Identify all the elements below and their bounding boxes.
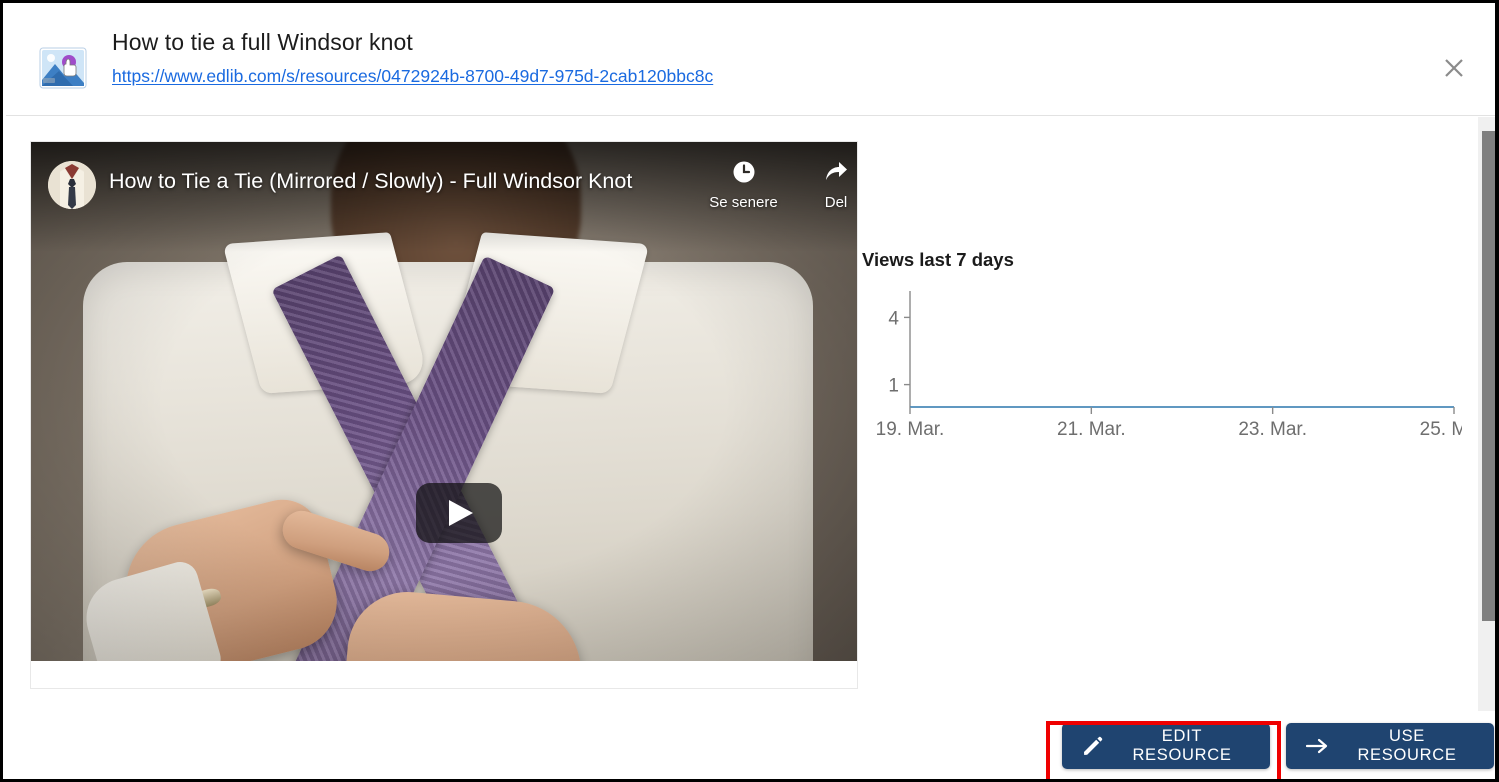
play-overlay-button[interactable] [416,483,502,543]
scrollbar-thumb[interactable] [1482,131,1495,621]
clock-icon [733,161,754,183]
chart-title: Views last 7 days [862,249,1014,270]
dialog-header: How to tie a full Windsor knot https://w… [6,6,1499,116]
resource-preview-dialog: How to tie a full Windsor knot https://w… [0,0,1499,782]
edit-resource-button[interactable]: EDIT RESOURCE [1062,723,1270,769]
svg-text:21. Mar.: 21. Mar. [1057,419,1126,437]
youtube-top-bar: How to Tie a Tie (Mirrored / Slowly) - F… [31,142,857,238]
watch-later-button[interactable]: Se senere [686,159,801,211]
h5p-video-player[interactable]: How to Tie a Tie (Mirrored / Slowly) - F… [31,142,857,688]
content-scrollbar[interactable] [1478,117,1499,711]
edit-resource-label: EDIT RESOURCE [1132,727,1232,764]
share-arrow-icon [826,162,847,180]
share-button[interactable]: Del [806,159,857,211]
share-label: Del [824,194,848,211]
views-line-chart: 4 1 19. Mar. 21. Mar. 23. Mar. 25. Mar. [876,291,1462,437]
watch-later-label: Se senere [709,194,778,211]
svg-text:25. Mar.: 25. Mar. [1420,419,1462,437]
video-title[interactable]: How to Tie a Tie (Mirrored / Slowly) - F… [109,166,632,196]
svg-text:4: 4 [888,308,899,329]
header-text-block: How to tie a full Windsor knot https://w… [112,27,1362,87]
close-icon[interactable] [1435,49,1473,87]
video-canvas[interactable]: How to Tie a Tie (Mirrored / Slowly) - F… [31,142,857,661]
views-chart-panel: Views last 7 days 4 1 19. Mar. 21. Mar. 23. … [862,249,1462,439]
resource-image-icon [39,47,87,89]
svg-text:19. Mar.: 19. Mar. [876,419,945,437]
use-resource-button[interactable]: USE RESOURCE [1286,723,1494,769]
play-triangle-icon [449,500,473,526]
use-resource-label: USE RESOURCE [1357,727,1457,764]
channel-avatar[interactable] [48,161,96,209]
svg-text:23. Mar.: 23. Mar. [1238,419,1307,437]
dialog-footer: EDIT RESOURCE USE RESOURCE [6,711,1499,779]
page-title: How to tie a full Windsor knot [112,29,413,55]
arrow-right-icon [1306,737,1329,755]
pencil-icon [1082,736,1103,757]
dialog-content: How to Tie a Tie (Mirrored / Slowly) - F… [6,117,1478,711]
resource-url-link[interactable]: https://www.edlib.com/s/resources/047292… [112,65,713,87]
svg-text:1: 1 [888,376,899,397]
